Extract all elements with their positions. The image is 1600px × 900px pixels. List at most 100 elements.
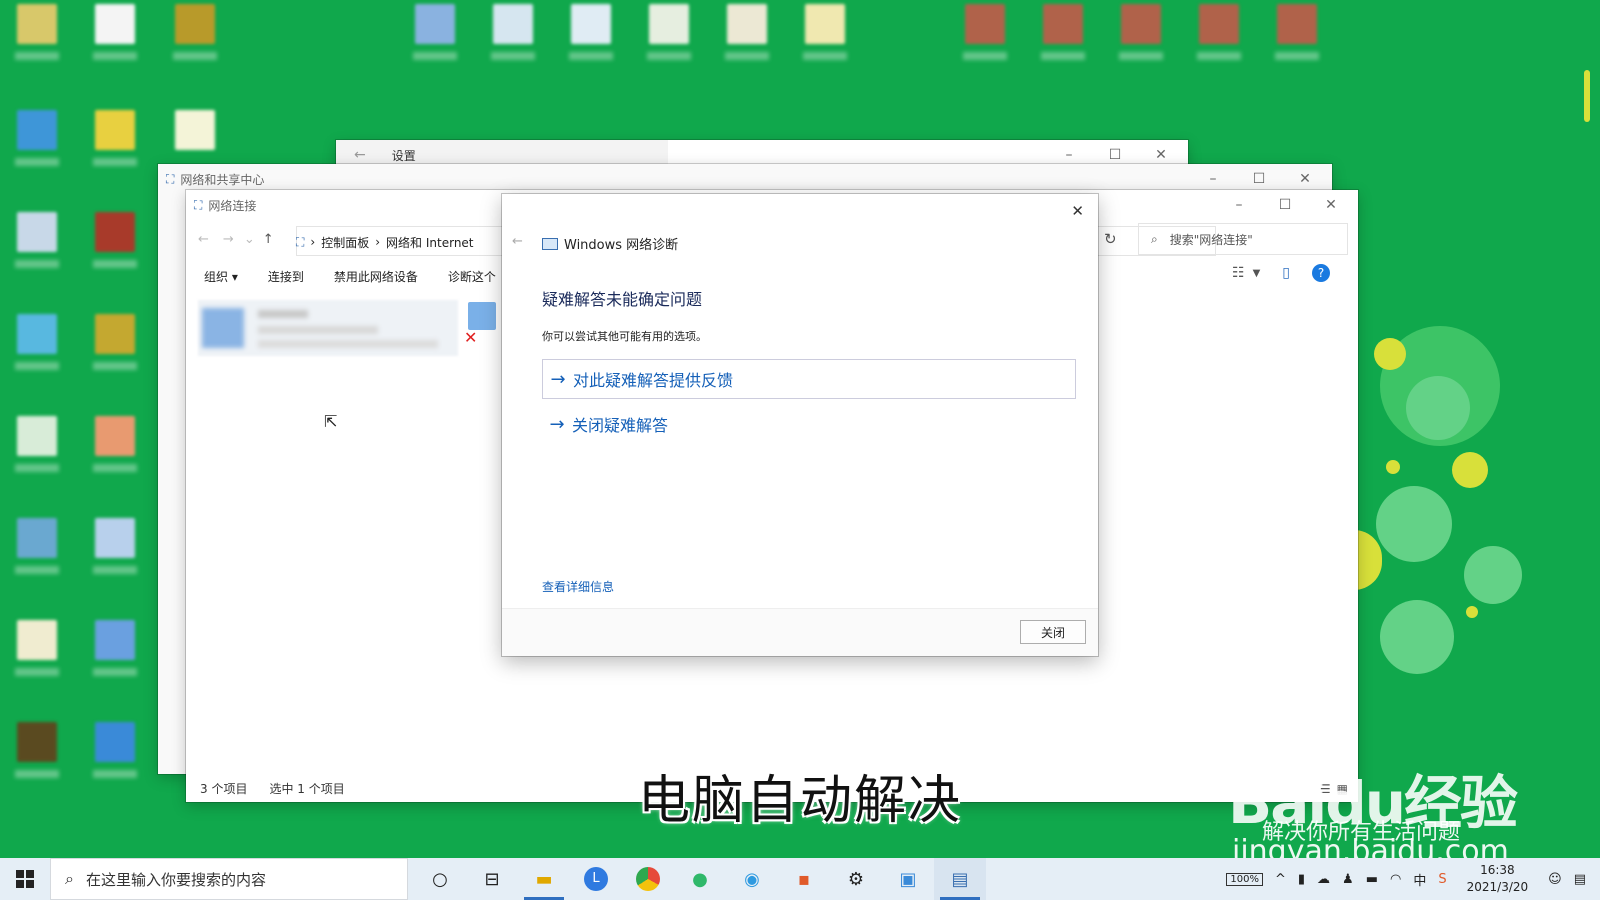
qq-icon[interactable]: ♟: [1342, 872, 1354, 887]
adapter-icon: [202, 308, 244, 348]
search-icon: ⌕: [1151, 231, 1158, 246]
desktop-icon[interactable]: [92, 212, 138, 282]
back-icon[interactable]: ←: [354, 147, 366, 163]
desktop-icon[interactable]: [1040, 4, 1086, 74]
desktop-icon[interactable]: [92, 518, 138, 588]
desktop-icon[interactable]: [1196, 4, 1242, 74]
connect-to-button[interactable]: 连接到: [268, 268, 304, 285]
chevron-up-icon[interactable]: ^: [1275, 872, 1286, 887]
network-connections-icon: ⛶: [194, 197, 203, 212]
desktop-icon[interactable]: [568, 4, 614, 74]
settings-window-title: 设置: [391, 148, 416, 163]
close-troubleshooter-option[interactable]: → 关闭疑难解答: [542, 404, 1076, 444]
view-icon[interactable]: ☷: [1232, 265, 1245, 281]
disable-device-button[interactable]: 禁用此网络设备: [334, 268, 418, 285]
qq-browser-icon[interactable]: ◉: [726, 858, 778, 900]
cloud-icon[interactable]: ☁: [1317, 872, 1330, 887]
command-bar: 组织 ▾ 连接到 禁用此网络设备 诊断这个: [204, 268, 526, 285]
dialog-title: Windows 网络诊断: [564, 238, 679, 253]
desktop-icon[interactable]: [92, 110, 138, 180]
settings-gear-icon[interactable]: ⚙: [830, 858, 882, 900]
wifi-icon[interactable]: ◠: [1390, 872, 1401, 887]
close-icon[interactable]: ✕: [1308, 190, 1354, 220]
desktop-icon[interactable]: [14, 620, 60, 690]
desktop-icon[interactable]: [92, 416, 138, 486]
desktop-icon[interactable]: [92, 4, 138, 74]
maximize-icon[interactable]: ☐: [1262, 190, 1308, 220]
dialog-title-row: Windows 网络诊断: [542, 234, 678, 253]
up-icon[interactable]: ↑: [263, 232, 274, 247]
refresh-icon[interactable]: ↻: [1104, 230, 1117, 248]
desktop-icon[interactable]: [490, 4, 536, 74]
windows-logo-icon: [16, 870, 34, 888]
lightbulb-icon[interactable]: ●: [674, 858, 726, 900]
help-icon[interactable]: ?: [1312, 264, 1330, 282]
desktop-icon[interactable]: [724, 4, 770, 74]
feedback-option[interactable]: → 对此疑难解答提供反馈: [542, 359, 1076, 399]
desktop-icon[interactable]: [92, 314, 138, 384]
desktop-icon[interactable]: [1118, 4, 1164, 74]
search-box[interactable]: ⌕ 搜索"网络连接": [1138, 223, 1348, 255]
desktop-icon[interactable]: [14, 416, 60, 486]
adapter-item[interactable]: [198, 300, 458, 356]
desktop-icon[interactable]: [962, 4, 1008, 74]
network-diagnostics-icon[interactable]: ▤: [934, 858, 986, 900]
desktop-icon[interactable]: [802, 4, 848, 74]
organize-button[interactable]: 组织 ▾: [204, 268, 238, 285]
view-options: ☷ ▼ ▯ ?: [1232, 264, 1330, 282]
desktop-icon[interactable]: [646, 4, 692, 74]
ime-indicator[interactable]: 中: [1413, 870, 1426, 889]
taskbar-search[interactable]: ⌕ 在这里输入你要搜索的内容: [50, 858, 408, 900]
network-adapter-icon: [468, 302, 496, 330]
emoji-icon[interactable]: ☺: [1548, 872, 1562, 887]
sogou-icon[interactable]: S: [1438, 872, 1446, 887]
desktop-icon[interactable]: [172, 4, 218, 74]
microphone-icon[interactable]: ▮: [1298, 872, 1305, 887]
breadcrumb-item[interactable]: 网络和 Internet: [386, 234, 473, 251]
close-icon[interactable]: ✕: [1071, 202, 1084, 220]
forward-icon[interactable]: →: [223, 232, 234, 247]
start-button[interactable]: [0, 858, 50, 900]
desktop-icon[interactable]: [14, 314, 60, 384]
chevron-down-icon[interactable]: ⌄: [244, 232, 255, 247]
desktop-icon[interactable]: [412, 4, 458, 74]
close-button[interactable]: 关闭: [1020, 620, 1086, 644]
file-explorer-icon[interactable]: ▬: [518, 858, 570, 900]
clock[interactable]: 16:38 2021/3/20: [1467, 862, 1529, 896]
network-center-title: 网络和共享中心: [180, 172, 265, 187]
taskbar-search-placeholder: 在这里输入你要搜索的内容: [85, 870, 266, 889]
desktop-icon[interactable]: [14, 212, 60, 282]
app-l-icon[interactable]: L: [570, 858, 622, 900]
control-panel-icon[interactable]: ▣: [882, 858, 934, 900]
nav-buttons: ← → ⌄ ↑: [198, 232, 274, 247]
desktop-icon[interactable]: [14, 4, 60, 74]
diagnose-button[interactable]: 诊断这个: [448, 268, 496, 285]
desktop-icon[interactable]: [14, 110, 60, 180]
preview-pane-icon[interactable]: ▯: [1282, 265, 1290, 281]
presentation-icon[interactable]: ▪: [778, 858, 830, 900]
clock-time: 16:38: [1480, 863, 1515, 877]
battery-icon[interactable]: 100%: [1226, 872, 1263, 886]
control-panel-icon: ⛶: [296, 234, 305, 249]
breadcrumb-item[interactable]: 控制面板: [321, 234, 369, 251]
adapter-item[interactable]: ✕: [464, 302, 498, 348]
desktop-icon[interactable]: [14, 518, 60, 588]
browser-icon[interactable]: [622, 858, 674, 900]
notification-icon[interactable]: ▤: [1574, 872, 1586, 887]
task-view-icon[interactable]: ⊟: [466, 858, 518, 900]
minimize-icon[interactable]: –: [1216, 190, 1262, 220]
desktop-icon[interactable]: [1274, 4, 1320, 74]
dialog-description: 你可以尝试其他可能有用的选项。: [542, 330, 707, 343]
chevron-down-icon[interactable]: ▼: [1253, 268, 1261, 279]
clock-date: 2021/3/20: [1466, 880, 1529, 894]
desktop-icon[interactable]: [92, 620, 138, 690]
arrow-right-icon: →: [549, 413, 565, 435]
cortana-icon[interactable]: ○: [414, 858, 466, 900]
view-details-link[interactable]: 查看详细信息: [542, 578, 614, 595]
diagnostics-dialog[interactable]: ✕ ← Windows 网络诊断 疑难解答未能确定问题 你可以尝试其他可能有用的…: [502, 194, 1098, 656]
back-icon[interactable]: ←: [512, 234, 523, 249]
device-icon[interactable]: ▬: [1366, 872, 1378, 887]
system-tray: 100% ^ ▮ ☁ ♟ ▬ ◠ 中 S 16:38 2021/3/20 ☺ ▤: [1220, 858, 1600, 900]
arrow-right-icon: →: [550, 368, 566, 390]
back-icon[interactable]: ←: [198, 232, 209, 247]
